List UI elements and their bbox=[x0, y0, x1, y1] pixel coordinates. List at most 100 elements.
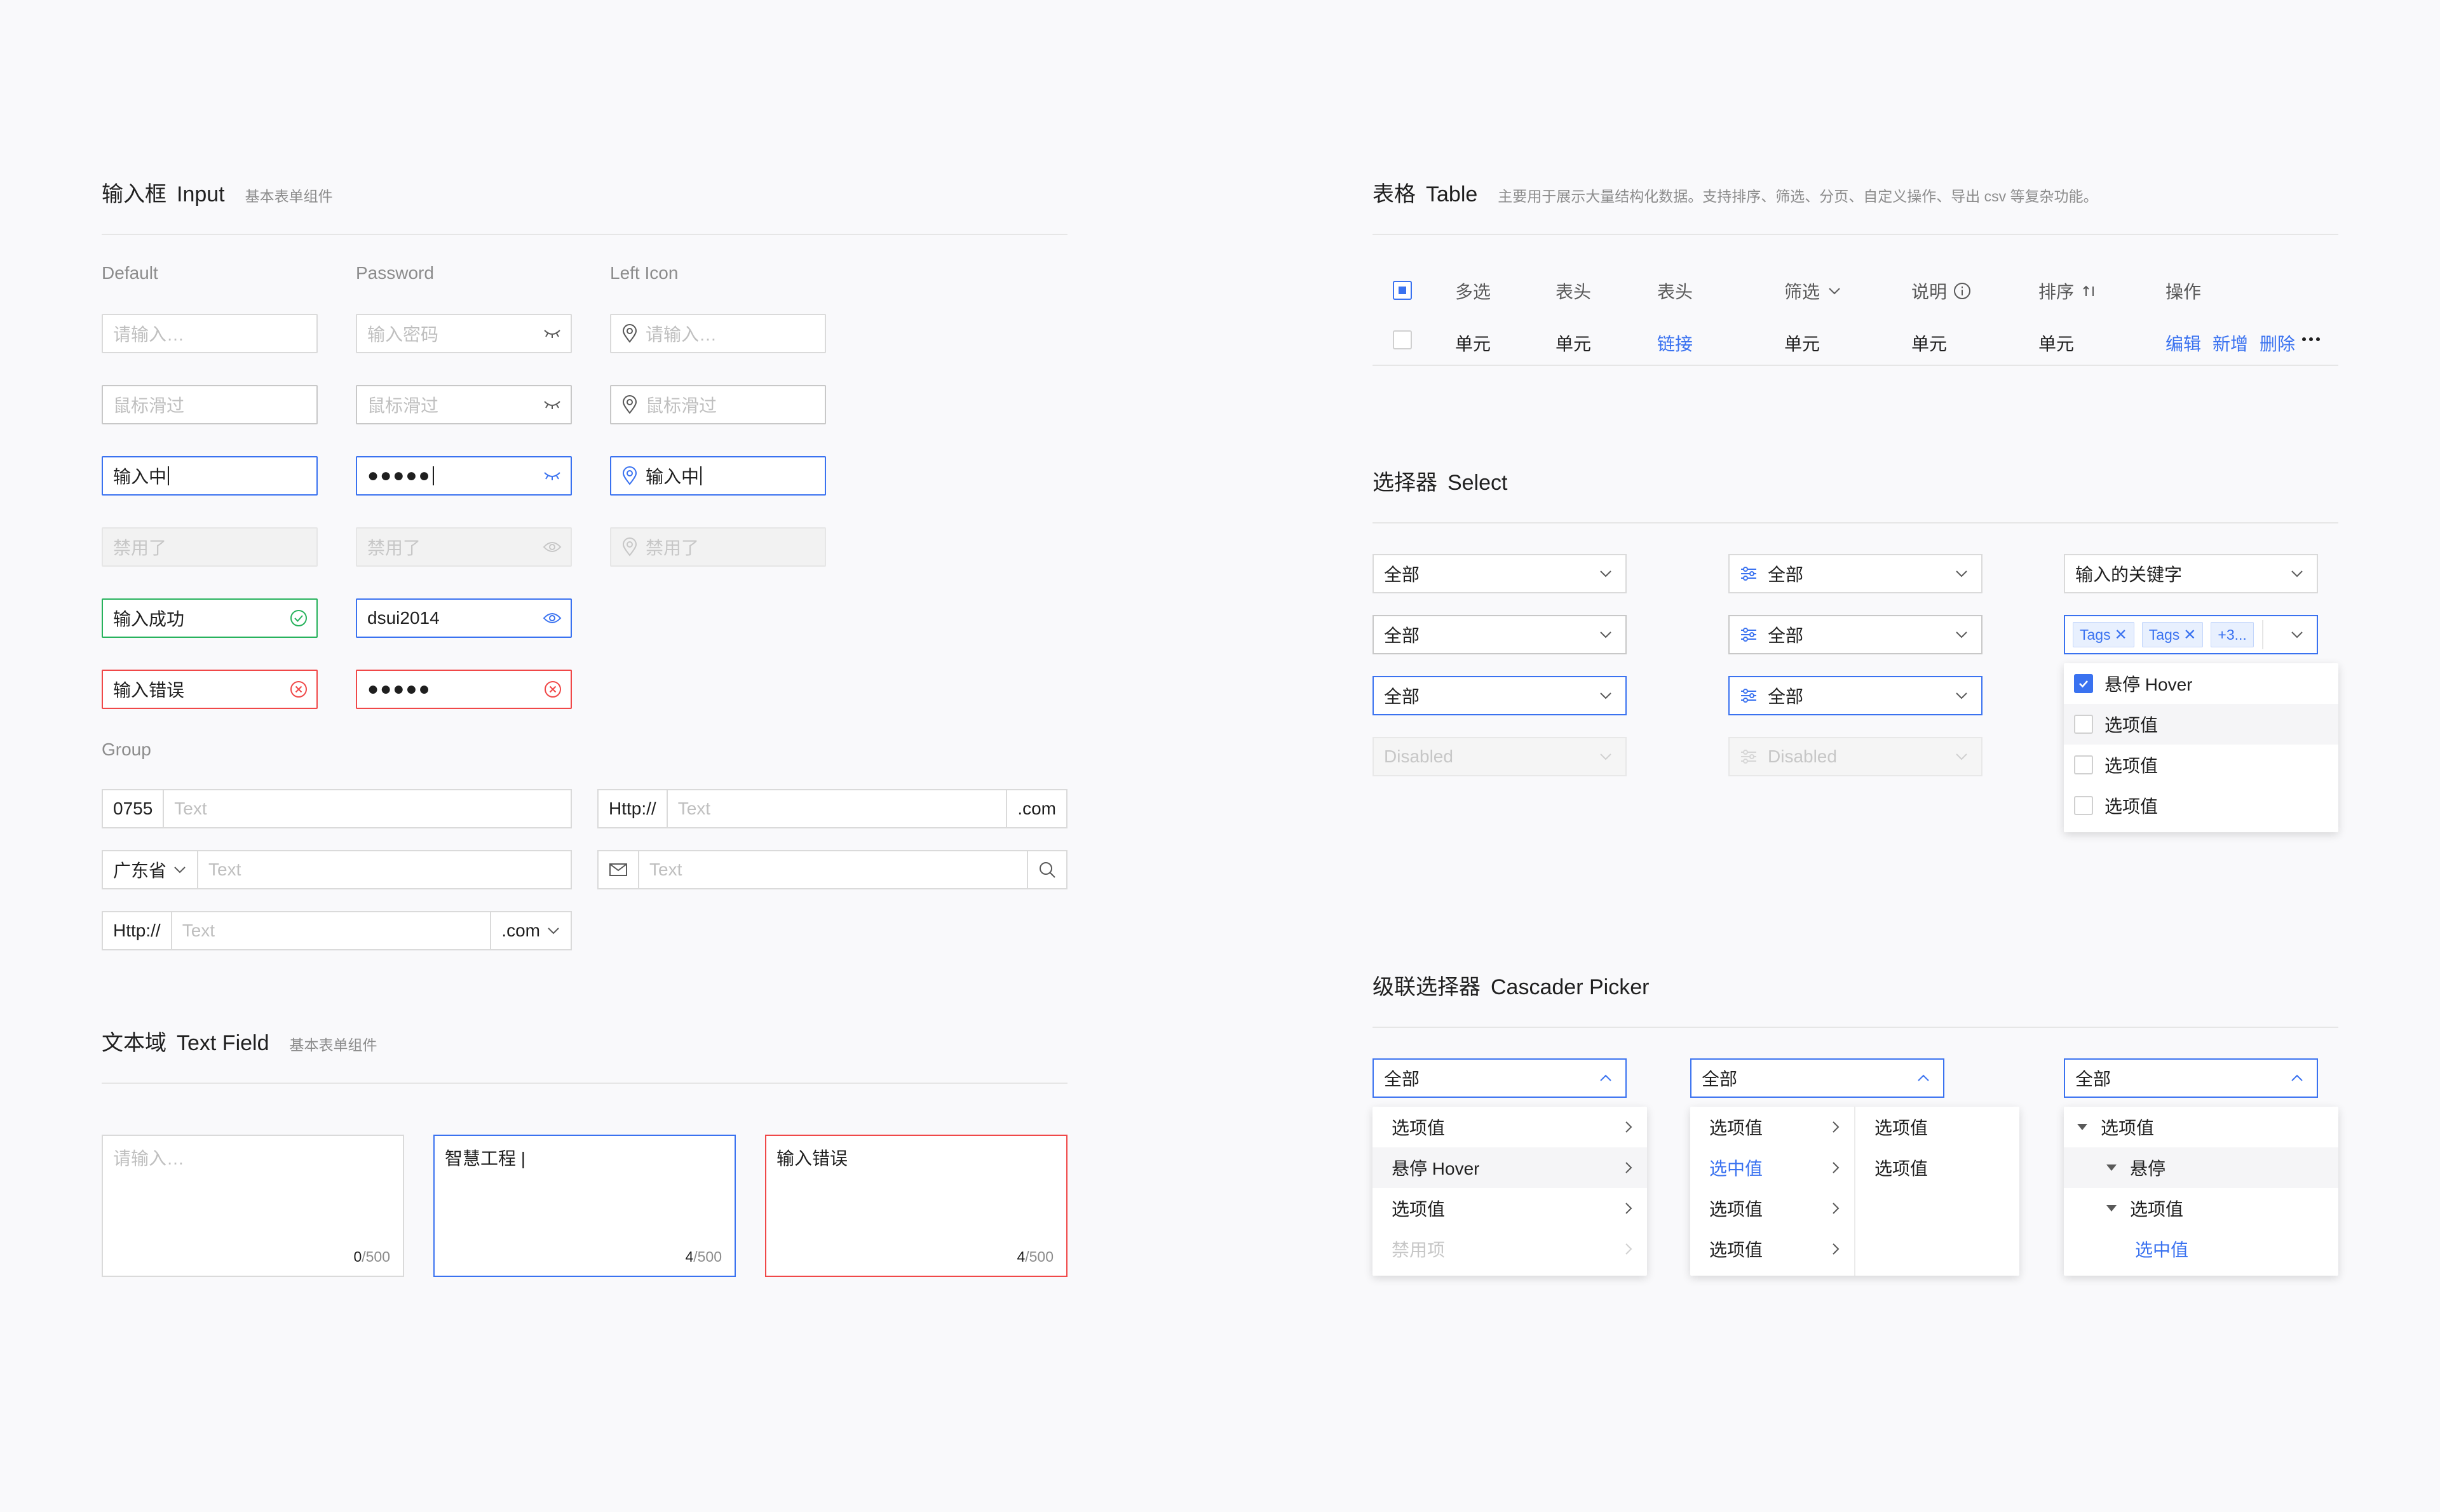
suffix-select[interactable]: .com bbox=[490, 912, 571, 949]
textarea-focused[interactable]: 智慧工程 | 4/500 bbox=[433, 1135, 736, 1277]
group-input-url[interactable]: Http:// Text .com bbox=[597, 789, 1068, 828]
chevron-down-icon bbox=[1827, 287, 1841, 295]
tree-node[interactable]: 选项值 bbox=[2064, 1188, 2338, 1229]
cascader-option[interactable]: 选项值 bbox=[1855, 1107, 2019, 1147]
table-title-en: Table bbox=[1426, 182, 1478, 206]
search-icon[interactable] bbox=[1027, 851, 1066, 888]
group-input-province[interactable]: 广东省 Text bbox=[102, 850, 572, 889]
option-checked[interactable]: 悬停 Hover bbox=[2064, 663, 2338, 704]
select-filter[interactable]: 全部 bbox=[1728, 554, 1982, 593]
caret-down-icon[interactable] bbox=[2077, 1123, 2088, 1131]
cascader-option[interactable]: 选项值 bbox=[1372, 1107, 1647, 1147]
select-focused[interactable]: 全部 bbox=[1372, 676, 1627, 715]
select-multi-tags[interactable]: Tags ✕ Tags ✕ +3... bbox=[2064, 615, 2318, 654]
close-circle-icon[interactable] bbox=[544, 680, 562, 698]
left-icon-input-hover[interactable]: 鼠标滑过 bbox=[610, 385, 826, 424]
checkbox[interactable] bbox=[2074, 715, 2093, 734]
tag-close-icon[interactable]: ✕ bbox=[2183, 626, 2196, 644]
option[interactable]: 选项值 bbox=[2064, 745, 2338, 785]
option-label: 选项值 bbox=[1709, 1118, 1763, 1138]
check-circle-icon bbox=[290, 609, 308, 627]
tag[interactable]: Tags ✕ bbox=[2073, 622, 2134, 647]
delete-link[interactable]: 删除 bbox=[2260, 330, 2295, 356]
tree-node-hover[interactable]: 悬停 bbox=[2064, 1147, 2338, 1188]
checkbox-checked[interactable] bbox=[2074, 674, 2093, 693]
tree-node-selected[interactable]: 选中值 bbox=[2064, 1229, 2338, 1269]
select-all-checkbox[interactable] bbox=[1393, 281, 1412, 300]
option[interactable]: 选项值 bbox=[2064, 785, 2338, 826]
eye-closed-icon[interactable] bbox=[543, 327, 562, 340]
left-icon-input-focused[interactable]: 输入中 bbox=[610, 456, 826, 496]
cascader-option-hover[interactable]: 悬停 Hover bbox=[1372, 1147, 1647, 1188]
placeholder: Text bbox=[208, 860, 241, 879]
cascader-input[interactable]: 全部 bbox=[1372, 1058, 1627, 1098]
option-hover[interactable]: 选项值 bbox=[2064, 704, 2338, 745]
input-title: 输入框 bbox=[102, 182, 166, 206]
cascader-option[interactable]: 选项值 bbox=[1855, 1147, 2019, 1188]
textarea-value: 输入错误 bbox=[776, 1149, 848, 1168]
default-input-focused[interactable]: 输入中 bbox=[102, 456, 318, 496]
eye-icon[interactable] bbox=[543, 611, 562, 625]
select-search[interactable]: 输入的关键字 bbox=[2064, 554, 2318, 593]
password-input-visible[interactable]: dsui2014 bbox=[356, 598, 572, 638]
cascader-option[interactable]: 选项值 bbox=[1690, 1107, 1854, 1147]
caret-down-icon[interactable] bbox=[2106, 1205, 2117, 1212]
select-hover[interactable]: 全部 bbox=[1372, 615, 1627, 654]
left-icon-input[interactable]: 请输入… bbox=[610, 314, 826, 353]
cell-link[interactable]: 链接 bbox=[1657, 330, 1693, 356]
select-value: 全部 bbox=[1384, 565, 1420, 584]
group-input-email-search[interactable]: Text bbox=[597, 850, 1068, 889]
checkbox[interactable] bbox=[2074, 755, 2093, 774]
caret-down-icon[interactable] bbox=[2106, 1164, 2117, 1171]
option-label: 禁用项 bbox=[1392, 1240, 1446, 1260]
char-count: 4 bbox=[1017, 1248, 1026, 1265]
mail-icon bbox=[599, 851, 639, 888]
password-input[interactable]: 输入密码 bbox=[356, 314, 572, 353]
add-link[interactable]: 新增 bbox=[2213, 330, 2248, 356]
option-label: 选项值 bbox=[1874, 1159, 1928, 1178]
cascader-input[interactable]: 全部 bbox=[1690, 1058, 1944, 1098]
cascader-option[interactable]: 选项值 bbox=[1690, 1188, 1854, 1229]
location-pin-icon bbox=[621, 395, 638, 414]
cascader-tree-input[interactable]: 全部 bbox=[2064, 1058, 2318, 1098]
select-filter-focused[interactable]: 全部 bbox=[1728, 676, 1982, 715]
password-input-hover[interactable]: 鼠标滑过 bbox=[356, 385, 572, 424]
select-default[interactable]: 全部 bbox=[1372, 554, 1627, 593]
tag-more[interactable]: +3... bbox=[2211, 622, 2254, 647]
group-input-areacode[interactable]: 0755 Text bbox=[102, 789, 572, 828]
info-icon[interactable] bbox=[1953, 282, 1971, 300]
eye-closed-icon[interactable] bbox=[543, 398, 562, 411]
textarea-error[interactable]: 输入错误 4/500 bbox=[765, 1135, 1068, 1277]
chevron-down-icon bbox=[1955, 752, 1969, 761]
eye-closed-icon[interactable] bbox=[543, 469, 562, 482]
tag-label: Tags bbox=[2148, 626, 2180, 643]
textfield-title-en: Text Field bbox=[177, 1031, 269, 1055]
default-input-hover[interactable]: 鼠标滑过 bbox=[102, 385, 318, 424]
cascader-option-selected[interactable]: 选中值 bbox=[1690, 1147, 1854, 1188]
password-input-focused[interactable]: ●●●●● bbox=[356, 456, 572, 496]
select-value: 全部 bbox=[1768, 626, 1804, 645]
password-input-error[interactable]: ●●●●● bbox=[356, 670, 572, 709]
tag-close-icon[interactable]: ✕ bbox=[2115, 626, 2127, 644]
checkbox[interactable] bbox=[2074, 796, 2093, 815]
th-filter[interactable]: 筛选 bbox=[1784, 278, 1841, 304]
tag[interactable]: Tags ✕ bbox=[2141, 622, 2204, 647]
chevron-down-icon bbox=[1955, 691, 1969, 700]
cascader-option[interactable]: 选项值 bbox=[1690, 1229, 1854, 1269]
group-input-url-select[interactable]: Http:// Text .com bbox=[102, 911, 572, 950]
more-icon[interactable] bbox=[2301, 337, 2321, 342]
textarea-empty[interactable]: 请输入… 0/500 bbox=[102, 1135, 404, 1277]
location-pin-icon bbox=[621, 324, 638, 343]
row-checkbox[interactable] bbox=[1393, 330, 1412, 349]
placeholder: 鼠标滑过 bbox=[367, 396, 439, 415]
default-input[interactable]: 请输入… bbox=[102, 314, 318, 353]
province-select[interactable]: 广东省 bbox=[103, 851, 199, 888]
tree-node[interactable]: 选项值 bbox=[2064, 1107, 2338, 1147]
edit-link[interactable]: 编辑 bbox=[2166, 330, 2201, 356]
select-filter-hover[interactable]: 全部 bbox=[1728, 615, 1982, 654]
cascader-option[interactable]: 选项值 bbox=[1372, 1188, 1647, 1229]
default-input-error[interactable]: 输入错误 bbox=[102, 670, 318, 709]
th-sort[interactable]: 排序 bbox=[2038, 278, 2098, 304]
close-circle-icon[interactable] bbox=[290, 680, 308, 698]
default-input-success[interactable]: 输入成功 bbox=[102, 598, 318, 638]
